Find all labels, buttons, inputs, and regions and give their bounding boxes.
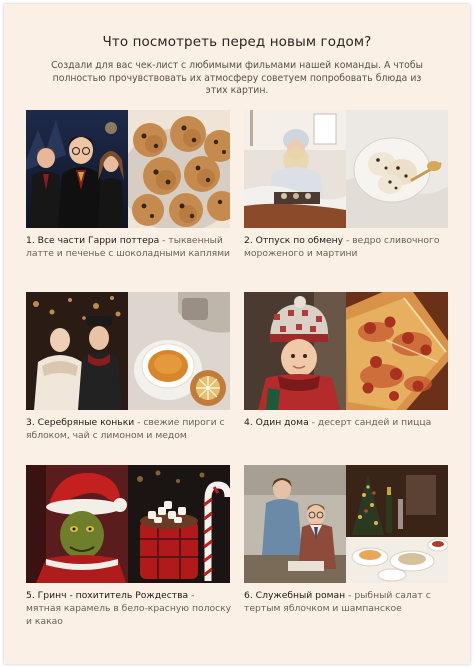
movie-food: мятная карамель в бело-красную полоску и… <box>26 602 232 627</box>
movie-title: 2. Отпуск по обмену <box>244 235 344 246</box>
card-photos <box>244 292 448 410</box>
movie-title: 3. Серебряные коньки <box>26 417 135 428</box>
caption-separator: - <box>343 235 353 246</box>
movie-caption: 3. Серебряные коньки - свежие пироги с я… <box>26 417 232 443</box>
movie-food: десерт сандей и пицца <box>317 417 432 428</box>
harry-potter-film-still <box>26 110 128 228</box>
office-romance-film-still <box>244 465 346 583</box>
caption-separator: - <box>159 235 169 246</box>
movie-caption: 2. Отпуск по обмену - ведро сливочного м… <box>244 235 450 261</box>
movie-title: 1. Все части Гарри поттера <box>26 235 160 246</box>
movie-title: 4. Один дома <box>244 417 309 428</box>
cookies-photo <box>128 110 230 228</box>
card-photos <box>244 465 448 583</box>
movie-caption: 6. Служебный роман - рыбный салат с терт… <box>244 590 450 616</box>
movie-title: 6. Служебный роман <box>244 590 346 601</box>
festive-table-photo <box>346 465 448 583</box>
movie-title: 5. Гринч - похититель Рождества <box>26 590 189 601</box>
caption-separator: - <box>188 590 195 601</box>
pizza-photo <box>346 292 448 410</box>
card-photos <box>26 110 230 228</box>
movie-caption: 4. Один дома - десерт сандей и пицца <box>244 417 450 430</box>
caption-separator: - <box>345 590 355 601</box>
page-title: Что посмотреть перед новым годом? <box>102 34 372 50</box>
home-alone-film-still <box>244 292 346 410</box>
checklist-page: Что посмотреть перед новым годом? Создал… <box>4 4 470 664</box>
movie-caption: 5. Гринч - похититель Рождества - мятная… <box>26 590 232 628</box>
caption-separator: - <box>308 417 318 428</box>
card-photos <box>26 465 230 583</box>
lemon-tea-photo <box>128 292 230 410</box>
card-photos <box>26 292 230 410</box>
caption-separator: - <box>134 417 144 428</box>
ice-cream-photo <box>346 110 448 228</box>
grinch-film-still <box>26 465 128 583</box>
the-holiday-film-still <box>244 110 346 228</box>
movie-caption: 1. Все части Гарри поттера - тыквенный л… <box>26 235 232 261</box>
candy-cocoa-photo <box>128 465 230 583</box>
page-subtitle: Создали для вас чек-лист с любимыми филь… <box>51 60 423 96</box>
silver-skates-film-still <box>26 292 128 410</box>
card-photos <box>244 110 448 228</box>
